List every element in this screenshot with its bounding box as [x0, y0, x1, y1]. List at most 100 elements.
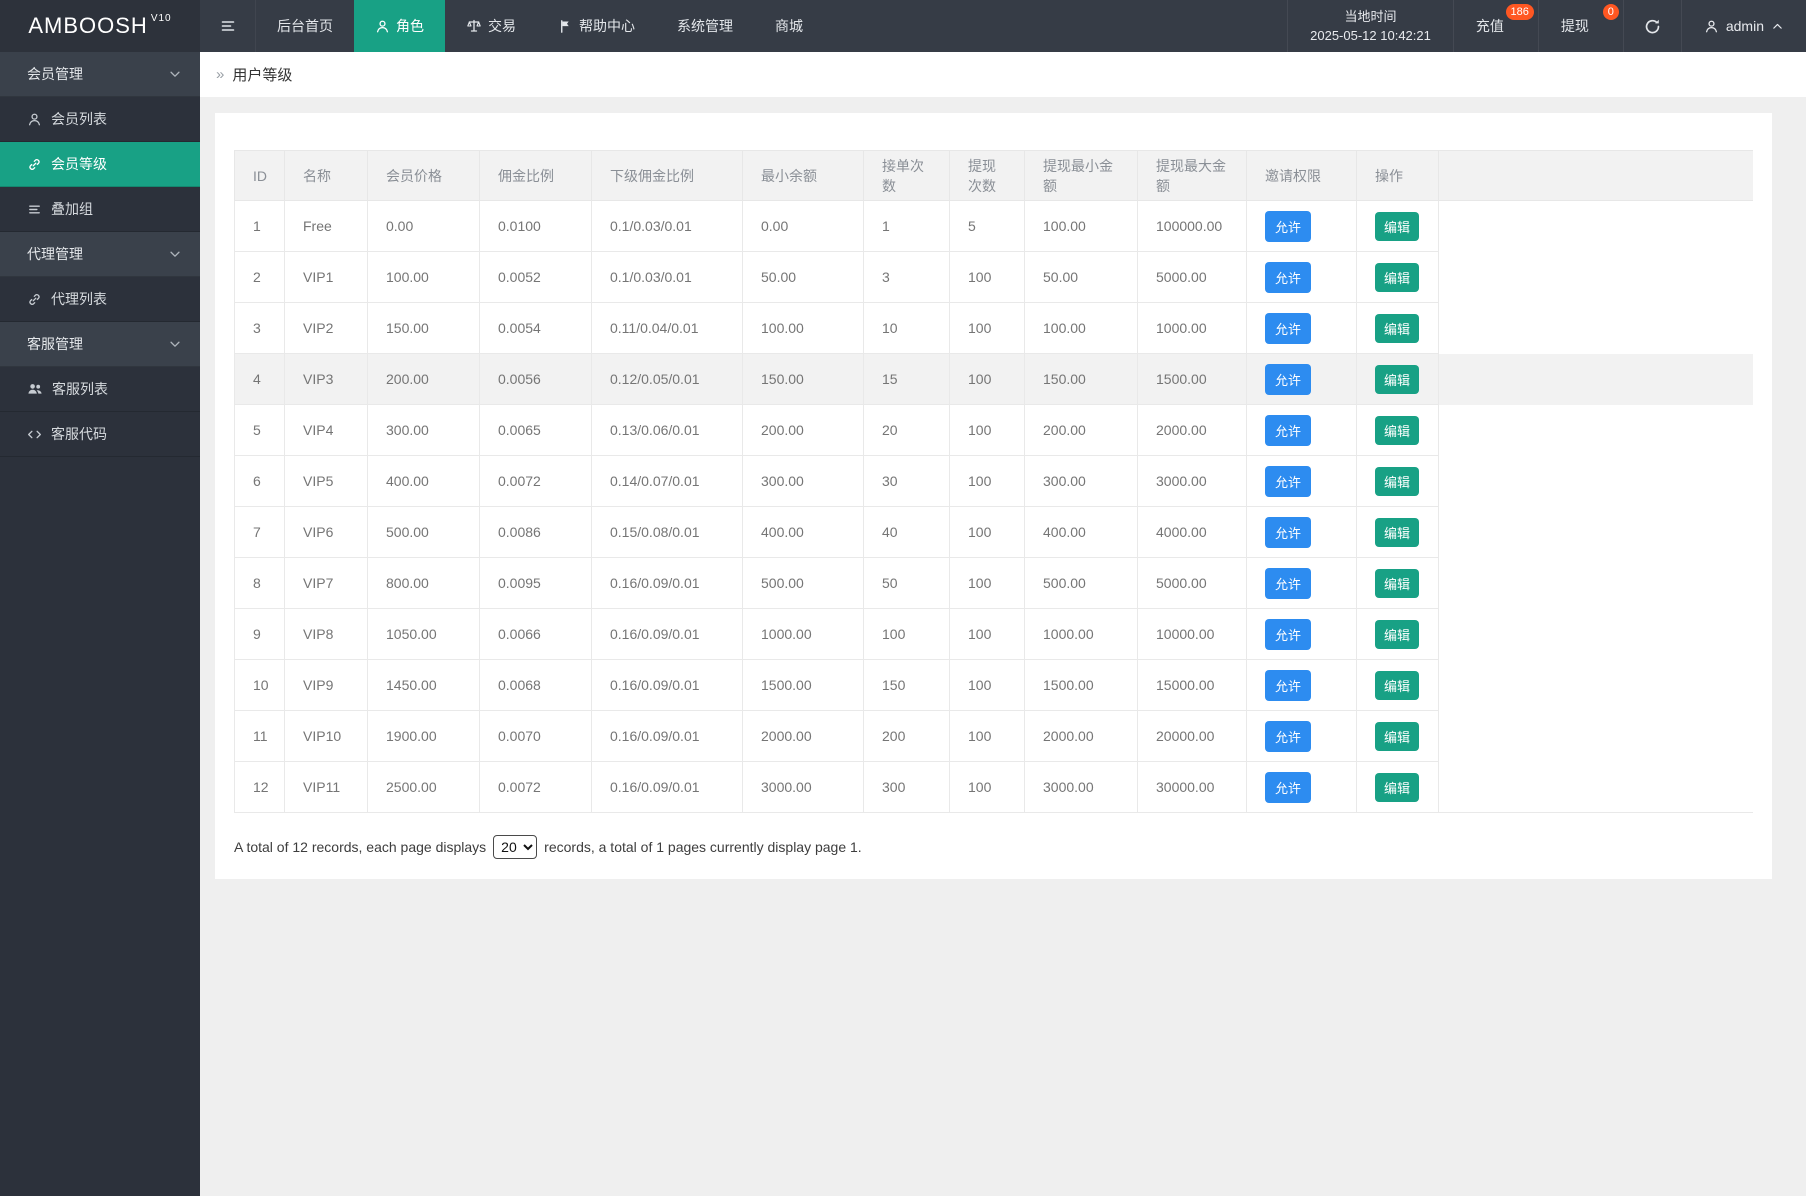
nav-system[interactable]: 系统管理: [656, 0, 754, 52]
sidebar-item-member-level-label: 会员等级: [51, 154, 107, 174]
nav-trade[interactable]: 交易: [445, 0, 537, 52]
table-cell: 0.00: [368, 201, 480, 252]
action-cell: 编辑: [1357, 405, 1439, 456]
allow-button[interactable]: 允许: [1265, 364, 1311, 395]
allow-button[interactable]: 允许: [1265, 568, 1311, 599]
code-icon: [27, 427, 42, 442]
allow-button[interactable]: 允许: [1265, 415, 1311, 446]
table-cell: 400.00: [1025, 507, 1138, 558]
sidebar-item-stack-group[interactable]: 叠加组: [0, 187, 200, 232]
edit-button[interactable]: 编辑: [1375, 314, 1419, 343]
sidebar-item-agent-list[interactable]: 代理列表: [0, 277, 200, 322]
table-row: 3VIP2150.000.00540.11/0.04/0.01100.00101…: [235, 303, 1754, 354]
column-header: 下级佣金比例: [592, 151, 743, 201]
column-header: 最小余额: [743, 151, 864, 201]
allow-button[interactable]: 允许: [1265, 262, 1311, 293]
user-icon: [1704, 19, 1719, 34]
edit-button[interactable]: 编辑: [1375, 620, 1419, 649]
table-cell: 3000.00: [743, 762, 864, 813]
edit-button[interactable]: 编辑: [1375, 671, 1419, 700]
nav-help-center[interactable]: 帮助中心: [537, 0, 656, 52]
allow-button[interactable]: 允许: [1265, 772, 1311, 803]
recharge-badge: 186: [1506, 4, 1534, 20]
allow-button[interactable]: 允许: [1265, 619, 1311, 650]
nav-mall[interactable]: 商城: [754, 0, 824, 52]
refresh-button[interactable]: [1623, 0, 1681, 52]
nav-mall-label: 商城: [775, 16, 803, 36]
sidebar-group-service[interactable]: 客服管理: [0, 322, 200, 367]
invite-permission-cell: 允许: [1247, 405, 1357, 456]
withdraw-button[interactable]: 提现 0: [1538, 0, 1623, 52]
edit-button[interactable]: 编辑: [1375, 722, 1419, 751]
sidebar-group-agent[interactable]: 代理管理: [0, 232, 200, 277]
table-cell: 6: [235, 456, 285, 507]
allow-button[interactable]: 允许: [1265, 313, 1311, 344]
table-cell: 200: [864, 711, 950, 762]
edit-button[interactable]: 编辑: [1375, 467, 1419, 496]
sidebar-item-member-list[interactable]: 会员列表: [0, 97, 200, 142]
nav-dashboard[interactable]: 后台首页: [256, 0, 354, 52]
column-header: 会员价格: [368, 151, 480, 201]
table-cell: 200.00: [743, 405, 864, 456]
user-level-table: ID名称会员价格佣金比例下级佣金比例最小余额接单次数提现次数提现最小金额提现最大…: [234, 150, 1753, 813]
filler-cell: [1439, 660, 1754, 711]
allow-button[interactable]: 允许: [1265, 670, 1311, 701]
recharge-button[interactable]: 充值 186: [1453, 0, 1538, 52]
table-cell: 0.0065: [480, 405, 592, 456]
table-cell: 0.16/0.09/0.01: [592, 711, 743, 762]
action-cell: 编辑: [1357, 558, 1439, 609]
table-cell: 0.1/0.03/0.01: [592, 252, 743, 303]
table-cell: 1450.00: [368, 660, 480, 711]
table-cell: 0.0070: [480, 711, 592, 762]
table-cell: 1000.00: [1025, 609, 1138, 660]
allow-button[interactable]: 允许: [1265, 466, 1311, 497]
sidebar-item-member-level[interactable]: 会员等级: [0, 142, 200, 187]
invite-permission-cell: 允许: [1247, 456, 1357, 507]
menu-toggle-button[interactable]: [200, 0, 256, 52]
menu-icon: [220, 18, 236, 34]
table-cell: 0.11/0.04/0.01: [592, 303, 743, 354]
sidebar-item-service-code[interactable]: 客服代码: [0, 412, 200, 457]
table-cell: VIP1: [285, 252, 368, 303]
sidebar-item-member-list-label: 会员列表: [51, 109, 107, 129]
action-cell: 编辑: [1357, 660, 1439, 711]
sidebar-item-service-list[interactable]: 客服列表: [0, 367, 200, 412]
topbar-right: 当地时间 2025-05-12 10:42:21 充值 186 提现 0 adm…: [1287, 0, 1806, 52]
edit-button[interactable]: 编辑: [1375, 773, 1419, 802]
edit-button[interactable]: 编辑: [1375, 365, 1419, 394]
allow-button[interactable]: 允许: [1265, 211, 1311, 242]
table-cell: 50.00: [1025, 252, 1138, 303]
chevron-down-icon: [168, 67, 182, 81]
table-row: 11VIP101900.000.00700.16/0.09/0.012000.0…: [235, 711, 1754, 762]
top-nav: 后台首页角色交易帮助中心系统管理 商城: [256, 0, 824, 52]
edit-button[interactable]: 编辑: [1375, 518, 1419, 547]
local-time-label: 当地时间: [1344, 7, 1396, 26]
column-header: ID: [235, 151, 285, 201]
table-cell: 3: [864, 252, 950, 303]
table-cell: 400.00: [743, 507, 864, 558]
table-cell: 50: [864, 558, 950, 609]
sidebar-group-agent-label: 代理管理: [27, 244, 83, 264]
table-cell: 0.16/0.09/0.01: [592, 558, 743, 609]
table-cell: 0.0068: [480, 660, 592, 711]
edit-button[interactable]: 编辑: [1375, 416, 1419, 445]
chevron-up-icon: [1771, 20, 1784, 33]
sidebar-group-member[interactable]: 会员管理: [0, 52, 200, 97]
edit-button[interactable]: 编辑: [1375, 569, 1419, 598]
table-cell: 10000.00: [1138, 609, 1247, 660]
nav-roles[interactable]: 角色: [354, 0, 445, 52]
edit-button[interactable]: 编辑: [1375, 212, 1419, 241]
table-cell: 100: [950, 609, 1025, 660]
allow-button[interactable]: 允许: [1265, 721, 1311, 752]
table-cell: 0.0072: [480, 762, 592, 813]
page-size-select[interactable]: 20: [493, 835, 537, 859]
edit-button[interactable]: 编辑: [1375, 263, 1419, 292]
table-cell: 300.00: [743, 456, 864, 507]
column-header: 提现最小金额: [1025, 151, 1138, 201]
table-cell: 0.16/0.09/0.01: [592, 609, 743, 660]
pagination-info: A total of 12 records, each page display…: [234, 835, 1753, 859]
allow-button[interactable]: 允许: [1265, 517, 1311, 548]
user-menu[interactable]: admin: [1681, 0, 1806, 52]
table-cell: 100: [950, 354, 1025, 405]
table-cell: 1: [235, 201, 285, 252]
